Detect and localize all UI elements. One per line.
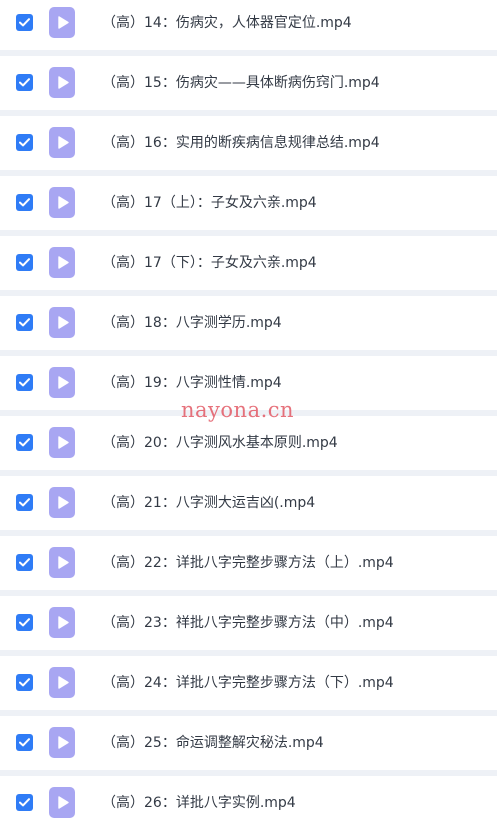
video-file-icon [49,727,75,758]
checkbox-checked-icon[interactable] [16,554,33,571]
file-name[interactable]: （高）16：实用的断疾病信息规律总结.mp4 [102,116,380,170]
video-file-icon [49,307,75,338]
video-file-icon [49,487,75,518]
video-file-icon [49,247,75,278]
file-name[interactable]: （高）15：伤病灾——具体断病伤窍门.mp4 [102,56,380,110]
file-name[interactable]: （高）18：八字测学历.mp4 [102,296,282,350]
checkbox-checked-icon[interactable] [16,194,33,211]
video-file-icon [49,67,75,98]
checkbox-checked-icon[interactable] [16,434,33,451]
video-file-icon [49,427,75,458]
file-name[interactable]: （高）14：伤病灾，人体器官定位.mp4 [102,0,352,50]
file-row[interactable]: （高）17（下）：子女及六亲.mp4 [0,236,497,290]
file-row[interactable]: （高）16：实用的断疾病信息规律总结.mp4 [0,116,497,170]
watermark: nayona.cn [181,398,295,422]
file-row[interactable]: （高）24：详批八字完整步骤方法（下）.mp4 [0,656,497,710]
checkbox-checked-icon[interactable] [16,314,33,331]
checkbox-checked-icon[interactable] [16,494,33,511]
checkbox-checked-icon[interactable] [16,254,33,271]
file-row[interactable]: （高）15：伤病灾——具体断病伤窍门.mp4 [0,56,497,110]
video-file-icon [49,667,75,698]
file-name[interactable]: （高）20：八字测风水基本原则.mp4 [102,416,338,470]
file-row[interactable]: （高）22：详批八字完整步骤方法（上）.mp4 [0,536,497,590]
file-name[interactable]: （高）22：详批八字完整步骤方法（上）.mp4 [102,536,394,590]
checkbox-checked-icon[interactable] [16,674,33,691]
file-list: （高）14：伤病灾，人体器官定位.mp4 （高）15：伤病灾——具体断病伤窍门.m… [0,0,497,829]
checkbox-checked-icon[interactable] [16,74,33,91]
checkbox-checked-icon[interactable] [16,794,33,811]
file-row[interactable]: （高）21：八字测大运吉凶(.mp4 [0,476,497,530]
file-name[interactable]: （高）17（下）：子女及六亲.mp4 [102,236,317,290]
file-name[interactable]: （高）25：命运调整解灾秘法.mp4 [102,716,324,770]
checkbox-checked-icon[interactable] [16,734,33,751]
checkbox-checked-icon[interactable] [16,14,33,31]
checkbox-checked-icon[interactable] [16,374,33,391]
file-row[interactable]: （高）25：命运调整解灾秘法.mp4 [0,716,497,770]
file-row[interactable]: （高）23：祥批八字完整步骤方法（中）.mp4 [0,596,497,650]
video-file-icon [49,367,75,398]
file-name[interactable]: （高）21：八字测大运吉凶(.mp4 [102,476,315,530]
file-name[interactable]: （高）17（上）：子女及六亲.mp4 [102,176,317,230]
video-file-icon [49,787,75,818]
file-row[interactable]: （高）14：伤病灾，人体器官定位.mp4 [0,0,497,50]
file-row[interactable]: （高）26：详批八字实例.mp4 [0,776,497,829]
file-name[interactable]: （高）24：详批八字完整步骤方法（下）.mp4 [102,656,394,710]
file-name[interactable]: （高）23：祥批八字完整步骤方法（中）.mp4 [102,596,394,650]
video-file-icon [49,607,75,638]
video-file-icon [49,127,75,158]
video-file-icon [49,547,75,578]
file-row[interactable]: （高）17（上）：子女及六亲.mp4 [0,176,497,230]
file-row[interactable]: （高）20：八字测风水基本原则.mp4 [0,416,497,470]
checkbox-checked-icon[interactable] [16,614,33,631]
file-name[interactable]: （高）26：详批八字实例.mp4 [102,776,296,829]
video-file-icon [49,7,75,38]
checkbox-checked-icon[interactable] [16,134,33,151]
file-row[interactable]: （高）18：八字测学历.mp4 [0,296,497,350]
video-file-icon [49,187,75,218]
